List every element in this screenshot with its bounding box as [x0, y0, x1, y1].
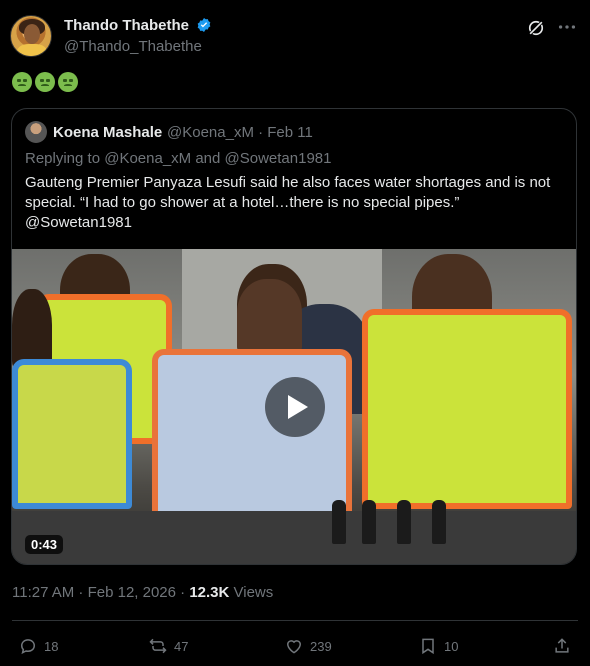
video-duration: 0:43 [25, 535, 64, 554]
post-time-date[interactable]: 11:27 AM · Feb 12, 2026 · [12, 584, 189, 601]
views-count: 12.3K [189, 584, 230, 601]
video-table [12, 511, 576, 564]
video-person [12, 359, 132, 509]
quoted-author-name: Koena Mashale [53, 124, 163, 141]
author-avatar[interactable] [10, 15, 52, 57]
repost-icon [149, 638, 167, 654]
reply-icon [20, 639, 36, 655]
author-name[interactable]: Thando Thabethe [64, 17, 212, 34]
reply-count: 18 [44, 638, 59, 654]
play-button[interactable] [265, 377, 325, 437]
views-label: Views [229, 584, 274, 601]
post-header: Thando Thabethe @Thando_Thabethe [10, 15, 580, 59]
nauseated-face-icon [35, 72, 55, 92]
heart-icon [286, 640, 302, 654]
replying-to-mentions: @Koena_xM and @Sowetan1981 [104, 150, 332, 167]
reply-button[interactable]: 18 [18, 634, 58, 658]
repost-count: 47 [174, 638, 189, 654]
post-timestamp: 11:27 AM · Feb 12, 2026 · 12.3K Views [12, 584, 273, 601]
like-count: 239 [310, 638, 332, 654]
video-person [362, 309, 572, 509]
video-player[interactable]: 0:43 [12, 249, 576, 564]
bookmark-count: 10 [444, 638, 459, 654]
repost-button[interactable]: 47 [148, 634, 188, 658]
more-options-icon[interactable] [556, 16, 578, 38]
post-text-emojis [12, 72, 78, 96]
quoted-post-text: Gauteng Premier Panyaza Lesufi said he a… [25, 174, 551, 231]
share-icon [555, 638, 569, 653]
replying-to-prefix: Replying to [25, 150, 105, 167]
divider [12, 620, 578, 621]
replying-to: Replying to @Koena_xM and @Sowetan1981 [25, 150, 332, 167]
video-person [12, 289, 52, 369]
bookmark-icon [422, 638, 434, 655]
author-name-text[interactable]: Thando Thabethe [64, 17, 189, 34]
video-microphone [362, 500, 376, 544]
quoted-handle-date: @Koena_xM · Feb 11 [167, 124, 313, 141]
like-button[interactable]: 239 [284, 634, 332, 658]
video-person [237, 279, 302, 354]
play-icon [287, 395, 308, 419]
grok-icon[interactable] [526, 18, 546, 38]
bookmark-button[interactable]: 10 [418, 634, 458, 658]
video-microphone [332, 500, 346, 544]
nauseated-face-icon [58, 72, 78, 92]
quoted-author-avatar [25, 121, 47, 143]
video-person [152, 349, 352, 519]
share-button[interactable] [552, 634, 572, 658]
nauseated-face-icon [12, 72, 32, 92]
video-microphone [432, 500, 446, 544]
quoted-post[interactable]: Koena Mashale @Koena_xM · Feb 11 Replyin… [11, 108, 577, 565]
verified-badge-icon [197, 18, 211, 32]
author-handle[interactable]: @Thando_Thabethe [64, 38, 202, 55]
video-microphone [397, 500, 411, 544]
action-bar: 18 47 239 10 [12, 634, 578, 658]
